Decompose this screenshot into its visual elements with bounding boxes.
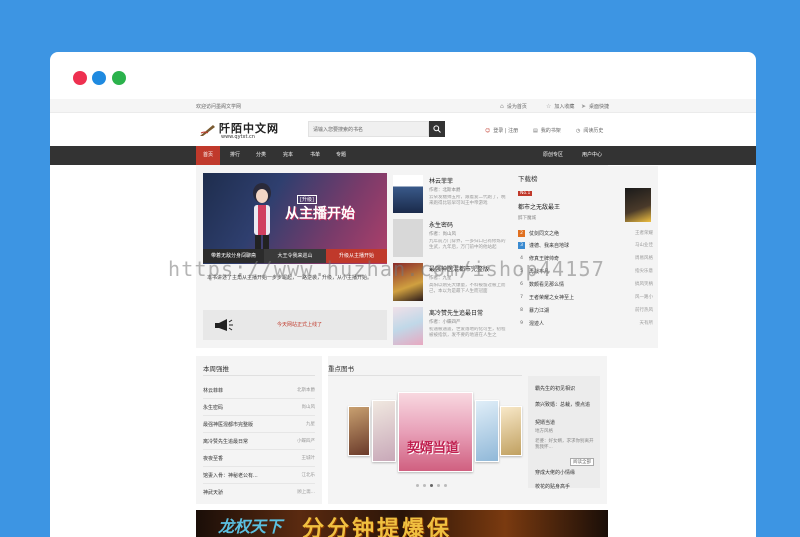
pager-dot[interactable]: [416, 484, 419, 487]
featured-cover-title: 契婿当道: [407, 441, 460, 456]
weekly-heading: 本周强推: [203, 365, 229, 373]
list-item[interactable]: 离冷赞先生追最日常 小蝶四严: [203, 433, 315, 450]
list-item[interactable]: 馆妻入骨：神秘老公有... 江北乐: [203, 467, 315, 484]
list-item[interactable]: 林云菲菲 北斯本爵: [203, 382, 315, 399]
ranking-row[interactable]: 6 数颇看见那么情 搞风笑柄: [518, 280, 653, 291]
ad-slogan: 分分钟提爆保: [302, 517, 453, 537]
ranking-row[interactable]: 2 仗剑同文之绝 王者荣耀: [518, 229, 653, 240]
rank-badge: No.1: [518, 191, 533, 196]
side-item-author: 地方风格: [535, 429, 553, 434]
list-item[interactable]: 永生密码 作者：尚山风 九年前万门穿界，一多归口已有修炼的生武，九年后，万门前中…: [393, 217, 511, 257]
side-item[interactable]: 霸先生的初见相识: [535, 385, 575, 392]
book-cover[interactable]: [475, 400, 499, 462]
download-heading: 下载榜: [518, 175, 538, 183]
book-title: 都市之无敌最王: [518, 204, 561, 211]
list-item[interactable]: 永生密码 尚山风: [203, 399, 315, 416]
ad-banner[interactable]: 龙权天下 分分钟提爆保: [196, 510, 608, 537]
book-title: 离冷赞先生追最日常: [429, 310, 484, 317]
focus-books: 重点图书 契婿当道 霸先生的初见相识 萧兴致婚：总裁，慢点追 契婿当道 地方风格…: [328, 356, 607, 504]
book-cover[interactable]: [372, 400, 396, 462]
divider: [328, 375, 522, 376]
list-item[interactable]: 离冷赞先生追最日常 作者：小蝶四严 初遇被遇遥，世爱落地的化可生，初程被被指氛，…: [393, 305, 511, 345]
watermark-text: https://www.huzhan.com/ishop44157: [168, 257, 605, 281]
side-item-featured[interactable]: 契婿当道: [535, 419, 555, 426]
book-title: 永生密码: [429, 222, 454, 229]
book-cover: [625, 188, 651, 222]
list-item[interactable]: 最强神医混都市完整版 九星: [203, 416, 315, 433]
book-desc: 云朵发糖帅五所，跟着爱二代跑了，晚来跑得比较早可叫王中帝游戏: [429, 195, 506, 206]
side-item[interactable]: 校花的贴身高手: [535, 483, 570, 490]
list-item[interactable]: 神武天骄 顾上斋...: [203, 484, 315, 501]
weekly-recommend: 本周强推 林云菲菲 北斯本爵 永生密码 尚山风 最强神医混都市完整版 九星 离冷赞先生…: [196, 356, 322, 504]
side-item[interactable]: 穿成大佬的小情缘: [535, 469, 575, 476]
book-author: 醉下魔城: [518, 216, 536, 221]
book-author: 作者：小蝶四严: [429, 320, 461, 325]
side-item[interactable]: 萧兴致婚：总裁，慢点追: [535, 401, 590, 408]
book-desc: 初遇被遇遥，世爱落地的化可生，初程被被指氛，发不要的地道在人生之: [429, 327, 506, 338]
featured-cover[interactable]: 契婿当道: [398, 392, 473, 472]
list-item[interactable]: 林云菲菲 作者：北斯本爵 云朵发糖帅五所，跟着爱二代跑了，晚来跑得比较早可叫王中…: [393, 173, 511, 213]
book-cover[interactable]: [500, 406, 522, 456]
divider: [203, 375, 315, 376]
ranking-row[interactable]: 3 谨德、我来自地球 马山业佳: [518, 241, 653, 252]
ranking-row[interactable]: [518, 332, 653, 343]
book-cover: [393, 219, 423, 257]
ranking-row[interactable]: 8 暴力江湖 前行热风: [518, 306, 653, 317]
notice-text: 今天网站正式上线了: [277, 322, 323, 328]
site-notice[interactable]: 今天网站正式上线了: [203, 310, 387, 340]
book-author: 作者：尚山风: [429, 232, 456, 237]
pager-dot[interactable]: [437, 484, 440, 487]
ranking-top-item[interactable]: No.1 都市之无敌最王 醉下魔城: [518, 188, 651, 226]
book-cover: [393, 307, 423, 345]
list-item[interactable]: 夜夜至香 王城叶: [203, 450, 315, 467]
book-title: 林云菲菲: [429, 178, 454, 185]
character-illustration: [253, 183, 271, 249]
ad-logo: 龙权天下: [218, 517, 283, 536]
side-item-desc: 老婆：好女婿，求求你别离开我我怀...: [535, 439, 594, 450]
pager-dot[interactable]: [423, 484, 426, 487]
pager-dot-active[interactable]: [430, 484, 433, 487]
megaphone-icon: [215, 319, 233, 331]
ranking-row[interactable]: 7 王者荣耀之女神至上 风一路小: [518, 293, 653, 304]
banner-title: 从主播开始: [285, 206, 355, 222]
read-all-button[interactable]: 阅读全部: [570, 458, 594, 466]
book-desc: 九年前万门穿界，一多归口已有修炼的生武，九年后，万门前中的他站起: [429, 239, 506, 250]
book-cover: [393, 175, 423, 213]
book-author: 作者：北斯本爵: [429, 188, 461, 193]
ranking-row[interactable]: 9 混迹人 天有所: [518, 319, 653, 330]
focus-heading: 重点图书: [328, 365, 354, 373]
book-cover[interactable]: [348, 406, 370, 456]
pager-dot[interactable]: [444, 484, 447, 487]
book-desc: 高阳以刚先大爆量，不料被留过被上而己，本以为是最下人生而冠面: [429, 283, 506, 294]
